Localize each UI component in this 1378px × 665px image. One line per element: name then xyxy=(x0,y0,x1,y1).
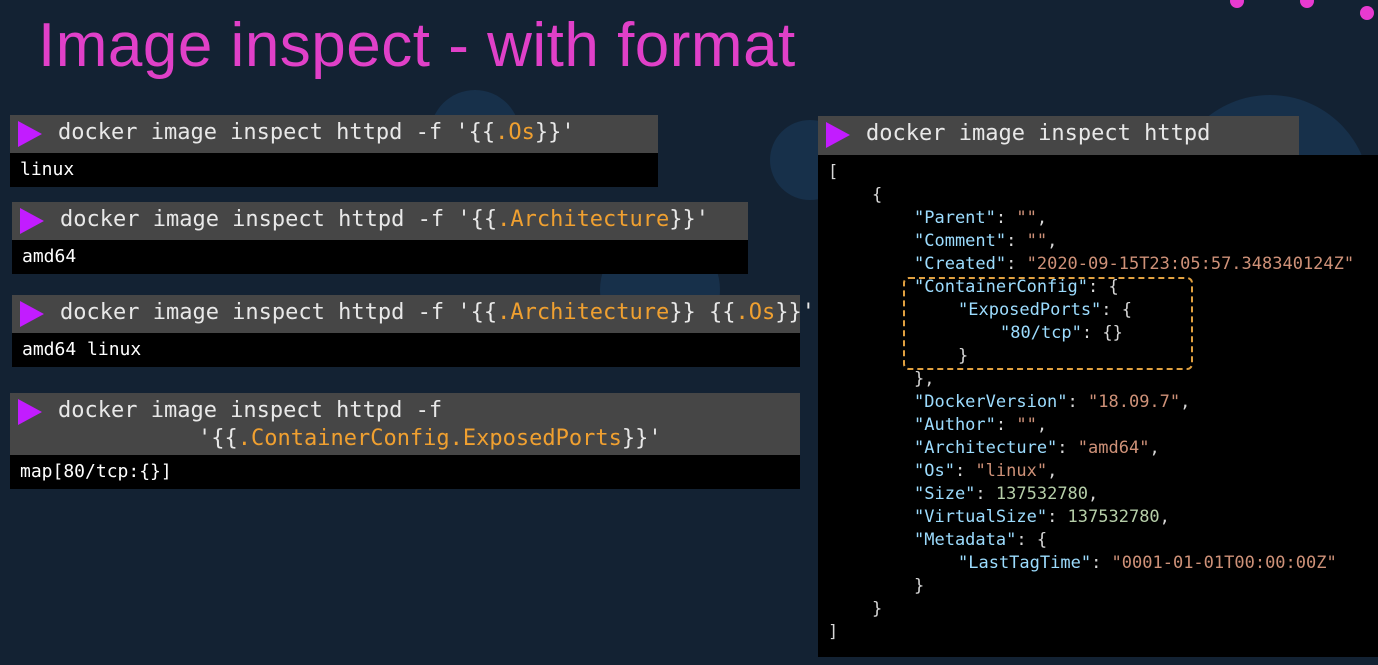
json-line: [ xyxy=(828,162,839,182)
output-architecture-os: amd64 linux xyxy=(12,333,800,367)
json-line: }, xyxy=(914,369,935,389)
json-output-panel: [ { "Parent": "", "Comment": "", "Create… xyxy=(818,155,1378,657)
json-line: "LastTagTime": "0001-01-01T00:00:00Z" xyxy=(958,553,1337,573)
command-text: docker image inspect httpd -f '{{.Archit… xyxy=(60,207,710,232)
output-architecture: amd64 xyxy=(12,240,748,274)
json-line: } xyxy=(914,576,925,596)
decor-dot xyxy=(1230,0,1244,8)
json-line: "Parent": "", xyxy=(914,208,1048,228)
prompt-triangle-icon xyxy=(826,122,850,148)
command-bar-os: docker image inspect httpd -f '{{.Os}}' xyxy=(10,115,658,153)
json-line: "Os": "linux", xyxy=(914,461,1058,481)
decor-dot xyxy=(1300,0,1314,8)
json-line: "Comment": "", xyxy=(914,231,1058,251)
command-text: docker image inspect httpd -f '{{.Os}}' xyxy=(58,120,575,145)
command-text: docker image inspect httpd xyxy=(866,121,1211,146)
command-bar-exposedports: docker image inspect httpd -f '{{.Contai… xyxy=(10,393,800,455)
json-line: "Created": "2020-09-15T23:05:57.34834012… xyxy=(914,254,1355,274)
json-line: "Metadata": { xyxy=(914,530,1048,550)
json-line: "Author": "", xyxy=(914,415,1048,435)
json-line: "VirtualSize": 137532780, xyxy=(914,507,1170,527)
json-line: { xyxy=(872,185,883,205)
json-line: "Architecture": "amd64", xyxy=(914,438,1160,458)
output-os: linux xyxy=(10,153,658,187)
prompt-triangle-icon xyxy=(20,301,44,327)
command-text: docker image inspect httpd -f '{{.Archit… xyxy=(60,300,816,325)
containerconfig-highlight-box xyxy=(903,277,1193,370)
command-bar-full-inspect: docker image inspect httpd xyxy=(818,116,1299,155)
json-line: } xyxy=(872,599,883,619)
prompt-triangle-icon xyxy=(18,121,42,147)
decor-dot xyxy=(1360,6,1374,20)
slide-title: Image inspect - with format xyxy=(38,11,796,80)
prompt-triangle-icon xyxy=(18,399,42,425)
command-bar-architecture-os: docker image inspect httpd -f '{{.Archit… xyxy=(12,295,815,333)
json-line: ] xyxy=(828,622,839,642)
prompt-triangle-icon xyxy=(20,208,44,234)
json-line: "Size": 137532780, xyxy=(914,484,1099,504)
command-text-line2: '{{.ContainerConfig.ExposedPorts}}' xyxy=(198,426,662,451)
command-bar-architecture: docker image inspect httpd -f '{{.Archit… xyxy=(12,202,748,240)
json-line: "DockerVersion": "18.09.7", xyxy=(914,392,1191,412)
output-exposedports: map[80/tcp:{}] xyxy=(10,455,800,489)
command-text-line1: docker image inspect httpd -f xyxy=(58,398,443,423)
